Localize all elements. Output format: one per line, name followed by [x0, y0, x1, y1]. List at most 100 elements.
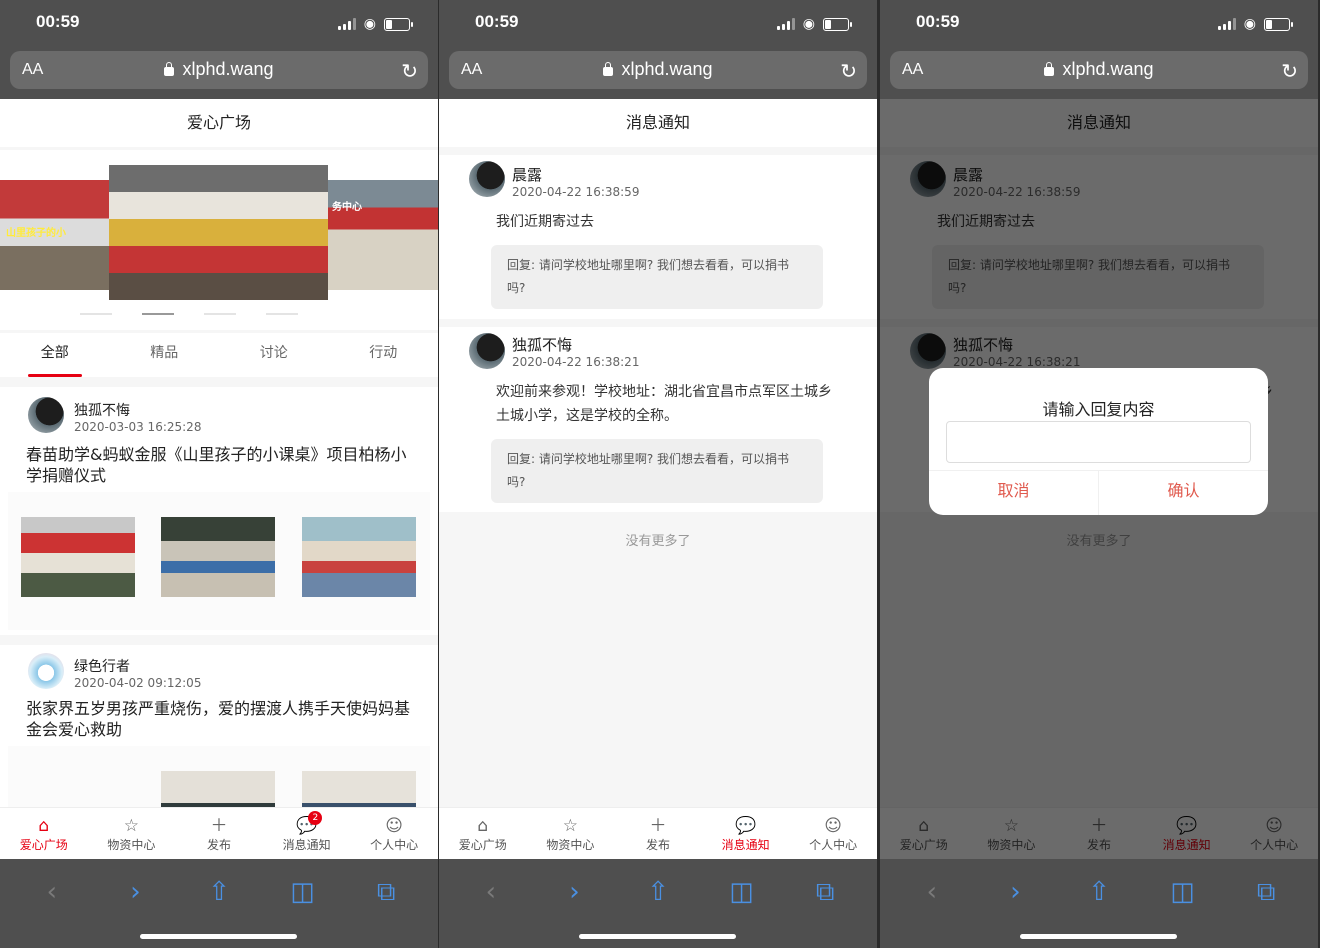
tabs-icon[interactable]: ⧉ — [805, 877, 845, 908]
browser-top-chrome: 00:59 ◉ AA xlphd.wang ↻ — [439, 0, 877, 99]
tabbar-item-messages[interactable]: 💬 2 消息通知 — [263, 808, 351, 859]
lock-icon — [603, 62, 614, 76]
message-item[interactable]: 晨露 2020-04-22 16:38:59 我们近期寄过去 回复: 请问学校地… — [439, 155, 877, 319]
tabbar-item-profile[interactable]: ☺ 个人中心 — [350, 808, 438, 859]
carousel-slide-next[interactable]: 务中心 — [328, 180, 438, 290]
wifi-icon: ◉ — [1243, 16, 1256, 32]
post-image[interactable] — [161, 771, 275, 807]
post-image[interactable] — [302, 771, 416, 807]
signal-icon — [776, 18, 795, 30]
message-sender: 晨露 — [512, 166, 543, 184]
carousel-slide-prev[interactable]: 山里孩子的小 — [0, 180, 110, 290]
post-author: 独孤不悔 — [74, 403, 130, 419]
tabbar-item-publish[interactable]: ＋发布 — [614, 808, 702, 859]
tabbar-item-love-square[interactable]: ⌂ 爱心广场 — [439, 808, 527, 859]
phone-love-square: 00:59 ◉ AA xlphd.wang ↻ 爱心广场 山里孩子的小 务中心 — [0, 0, 438, 948]
tabs-icon[interactable]: ⧉ — [366, 877, 406, 908]
message-body: 欢迎前来参观！学校地址：湖北省宜昌市点军区土城乡土城小学，这是学校的全称。 — [496, 384, 832, 424]
tab-featured[interactable]: 精品 — [110, 333, 220, 377]
bookmarks-icon[interactable]: ◫ — [283, 877, 323, 908]
tab-all[interactable]: 全部 — [0, 333, 110, 377]
avatar[interactable] — [469, 161, 505, 197]
tabbar-item-supplies[interactable]: ☆ 物资中心 — [88, 808, 176, 859]
carousel-slide-current[interactable] — [109, 165, 328, 300]
phone-messages: 00:59 ◉ AA xlphd.wang ↻ 消息通知 晨露 2020-04-… — [439, 0, 877, 948]
avatar[interactable] — [469, 333, 505, 369]
tabbar-item-messages[interactable]: 💬 消息通知 — [702, 808, 790, 859]
message-list[interactable]: 晨露 2020-04-22 16:38:59 我们近期寄过去 回复: 请问学校地… — [439, 147, 877, 807]
back-icon[interactable]: ‹ — [912, 877, 952, 908]
browser-bottom-toolbar: ‹ › ⇧ ◫ ⧉ — [439, 859, 877, 948]
status-time: 00:59 — [36, 12, 80, 31]
post-title[interactable]: 张家界五岁男孩严重烧伤，爱的摆渡人携手天使妈妈基金会爱心救助 — [26, 698, 412, 740]
confirm-button[interactable]: 确认 — [1098, 471, 1268, 515]
post-time: 2020-04-02 09:12:05 — [74, 676, 202, 690]
share-icon[interactable]: ⇧ — [1079, 877, 1119, 908]
reload-icon[interactable]: ↻ — [401, 59, 418, 83]
banner-carousel[interactable]: 山里孩子的小 务中心 — [0, 150, 438, 330]
message-body: 我们近期寄过去 — [496, 214, 594, 230]
back-icon[interactable]: ‹ — [471, 877, 511, 908]
post-card[interactable]: 绿色行者 2020-04-02 09:12:05 张家界五岁男孩严重烧伤，爱的摆… — [0, 645, 438, 807]
share-icon[interactable]: ⇧ — [638, 877, 678, 908]
post-title[interactable]: 春苗助学&蚂蚁金服《山里孩子的小课桌》项目柏杨小学捐赠仪式 — [26, 444, 412, 486]
post-image[interactable] — [302, 517, 416, 597]
bottom-tabbar: ⌂ 爱心广场 ☆ 物资中心 ＋发布 💬 2 消息通知 ☺ 个人中心 — [0, 807, 438, 859]
home-indicator — [1020, 934, 1177, 939]
back-icon[interactable]: ‹ — [32, 877, 72, 908]
page-title: 爱心广场 — [0, 99, 438, 147]
tabbar-item-profile[interactable]: ☺ 个人中心 — [789, 808, 877, 859]
tabbar-item-supplies[interactable]: ☆ 物资中心 — [527, 808, 615, 859]
post-images — [8, 492, 430, 630]
post-image[interactable] — [161, 517, 275, 597]
message-time: 2020-04-22 16:38:21 — [512, 355, 640, 369]
quoted-reply: 回复: 请问学校地址哪里啊? 我们想去看看，可以捐书吗? — [491, 245, 823, 309]
bookmarks-icon[interactable]: ◫ — [722, 877, 762, 908]
share-icon[interactable]: ⇧ — [199, 877, 239, 908]
screenshot-triptych: 00:59 ◉ AA xlphd.wang ↻ 爱心广场 山里孩子的小 务中心 — [0, 0, 1320, 948]
signal-icon — [337, 18, 356, 30]
bookmarks-icon[interactable]: ◫ — [1163, 877, 1203, 908]
post-image[interactable] — [21, 517, 135, 597]
lock-icon — [1044, 62, 1055, 76]
address-bar[interactable]: AA xlphd.wang ↻ — [449, 51, 867, 89]
post-author: 绿色行者 — [74, 659, 130, 675]
forward-icon[interactable]: › — [115, 877, 155, 908]
quoted-reply: 回复: 请问学校地址哪里啊? 我们想去看看，可以捐书吗? — [491, 439, 823, 503]
dialog-title: 请输入回复内容 — [1042, 400, 1155, 419]
tab-action[interactable]: 行动 — [329, 333, 439, 377]
wifi-icon: ◉ — [802, 16, 815, 32]
reload-icon[interactable]: ↻ — [840, 59, 857, 83]
address-bar[interactable]: AA xlphd.wang ↻ — [10, 51, 428, 89]
avatar[interactable] — [28, 653, 64, 689]
url-text: xlphd.wang — [621, 59, 713, 79]
tab-discussion[interactable]: 讨论 — [219, 333, 329, 377]
forward-icon[interactable]: › — [995, 877, 1035, 908]
signal-icon — [1217, 18, 1236, 30]
avatar[interactable] — [28, 397, 64, 433]
feed-content[interactable]: 山里孩子的小 务中心 全部 精品 讨论 行动 独孤不悔 2020-03-03 1… — [0, 147, 438, 807]
address-bar[interactable]: AA xlphd.wang ↻ — [890, 51, 1308, 89]
reply-input[interactable] — [946, 421, 1251, 463]
reload-icon[interactable]: ↻ — [1281, 59, 1298, 83]
tabs-icon[interactable]: ⧉ — [1246, 877, 1286, 908]
status-bar: 00:59 ◉ — [0, 12, 438, 36]
url-text: xlphd.wang — [1062, 59, 1154, 79]
home-icon: ⌂ — [38, 816, 50, 836]
cancel-button[interactable]: 取消 — [929, 471, 1098, 515]
status-time: 00:59 — [916, 12, 960, 31]
user-icon: ☺ — [385, 816, 404, 836]
post-card[interactable]: 独孤不悔 2020-03-03 16:25:28 春苗助学&蚂蚁金服《山里孩子的… — [0, 387, 438, 635]
message-item[interactable]: 独孤不悔 2020-04-22 16:38:21 欢迎前来参观！学校地址：湖北省… — [439, 327, 877, 512]
battery-icon — [823, 17, 852, 31]
tabbar-item-publish[interactable]: ＋发布 — [175, 808, 263, 859]
post-time: 2020-03-03 16:25:28 — [74, 420, 202, 434]
tabbar-item-love-square[interactable]: ⌂ 爱心广场 — [0, 808, 88, 859]
browser-top-chrome: 00:59 ◉ AA xlphd.wang ↻ — [880, 0, 1318, 99]
forward-icon[interactable]: › — [554, 877, 594, 908]
status-bar: 00:59 ◉ — [439, 12, 877, 36]
status-time: 00:59 — [475, 12, 519, 31]
star-icon: ☆ — [562, 816, 579, 836]
battery-icon — [384, 17, 413, 31]
plus-icon: ＋ — [210, 816, 228, 836]
